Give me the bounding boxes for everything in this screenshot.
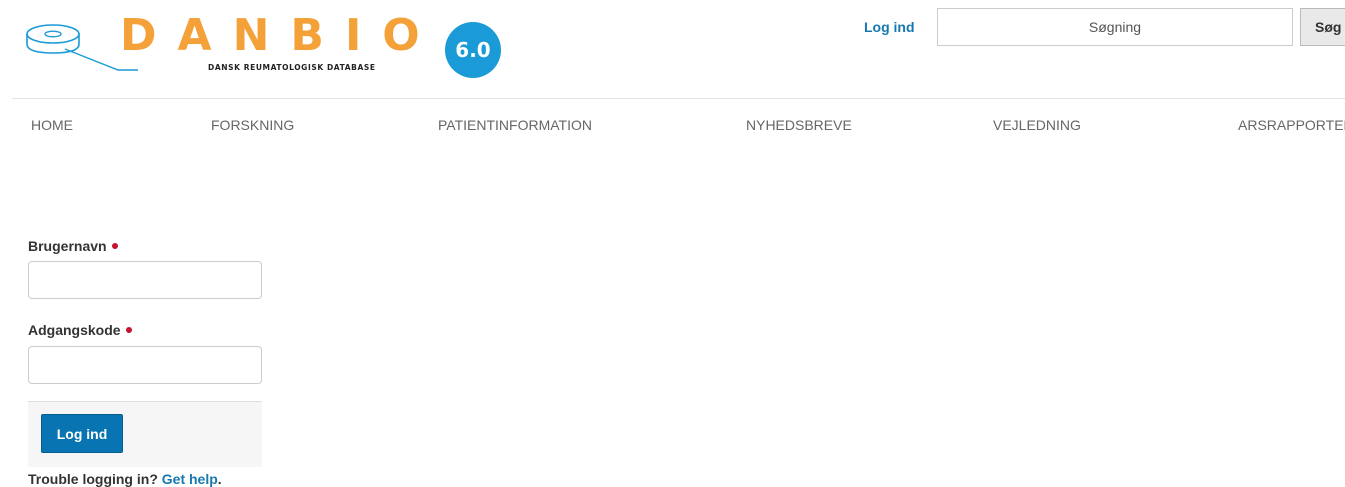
header-login-link[interactable]: Log ind — [864, 19, 915, 35]
nav-item-arsrapporter[interactable]: ARSRAPPORTER — [1238, 117, 1345, 133]
page: DANBIO DANSK REUMATOLOGISK DATABASE 6.0 … — [0, 0, 1345, 487]
help-prefix: Trouble logging in? — [28, 471, 158, 487]
required-indicator — [111, 243, 118, 250]
brand-name: DANBIO — [120, 10, 441, 61]
nav-item-forskning[interactable]: FORSKNING — [211, 117, 294, 133]
version-badge: 6.0 — [445, 22, 501, 78]
brand-subtitle: DANSK REUMATOLOGISK DATABASE — [208, 63, 376, 72]
header-divider — [12, 98, 1345, 99]
nav-item-nyhedsbreve[interactable]: NYHEDSBREVE — [746, 117, 852, 133]
username-label: Brugernavn — [28, 238, 118, 254]
search-input[interactable] — [937, 8, 1293, 46]
password-label: Adgangskode — [28, 322, 132, 338]
help-text: Trouble logging in? Get help. — [28, 471, 222, 487]
search-button[interactable]: Søg — [1300, 8, 1345, 46]
username-label-text: Brugernavn — [28, 238, 107, 254]
username-field[interactable] — [28, 261, 262, 299]
get-help-link[interactable]: Get help — [162, 471, 218, 487]
password-label-text: Adgangskode — [28, 322, 121, 338]
help-suffix: . — [217, 471, 222, 487]
nav-item-patientinformation[interactable]: PATIENTINFORMATION — [438, 117, 592, 133]
login-submit-button[interactable]: Log ind — [41, 414, 123, 453]
nav-item-home[interactable]: HOME — [31, 117, 73, 133]
required-indicator — [125, 327, 132, 334]
password-field[interactable] — [28, 346, 262, 384]
nav-item-vejledning[interactable]: VEJLEDNING — [993, 117, 1081, 133]
